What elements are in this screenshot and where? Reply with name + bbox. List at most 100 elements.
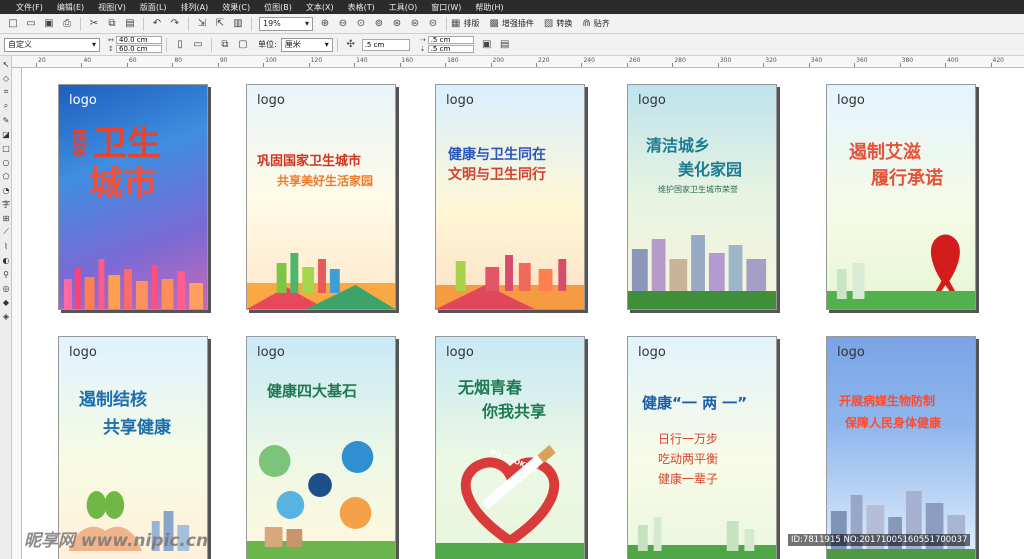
plugin-button[interactable]: ▩ 增强插件 [489,18,533,29]
menu-file[interactable]: 文件(F) [16,2,43,13]
convert-button[interactable]: ▧ 转换 [544,18,572,29]
menu-layout[interactable]: 版面(L) [140,2,167,13]
current-page-icon[interactable]: ▢ [236,38,250,52]
import-icon[interactable]: ⇲ [195,17,209,31]
copy-icon[interactable]: ⧉ [105,17,119,31]
print-icon[interactable]: ⎙ [60,17,74,31]
pick-tool-icon[interactable]: ↖ [0,58,12,70]
treat-as-filled-icon[interactable]: ▣ [480,38,494,52]
dup-y-input[interactable] [427,45,474,53]
outline-tool-icon[interactable]: ◎ [0,282,12,294]
ruler-tick [990,63,992,67]
zoom-out-icon[interactable]: ⊖ [336,17,350,31]
ruler-tick-label: 320 [765,57,777,64]
poster-four-cornerstones[interactable]: logo 健康四大基石 [246,336,396,559]
menu-help[interactable]: 帮助(H) [475,2,503,13]
menu-view[interactable]: 视图(V) [98,2,126,13]
unit-value: 厘米 [284,40,301,49]
all-pages-icon[interactable]: ⧉ [218,38,232,52]
page-preset-select[interactable]: 自定义 ▾ [4,37,100,52]
ellipse-tool-icon[interactable]: ○ [0,156,12,168]
zoom-tool-icon[interactable]: ⌕ [0,100,12,112]
menu-window[interactable]: 窗口(W) [431,2,461,13]
ruler-tick-label: 360 [856,57,868,64]
poster-title-line: 共享健康 [103,418,171,438]
menu-tools[interactable]: 工具(O) [389,2,418,13]
page-frame-icon[interactable]: ▤ [498,38,512,52]
blend-tool-icon[interactable]: ◐ [0,254,12,266]
poster-smoke-free-youth[interactable]: logo 无烟青春 你我共享 NO SMOKING [435,336,585,559]
page-height-input[interactable] [116,45,162,53]
landscape-icon[interactable]: ▭ [191,38,205,52]
table-tool-icon[interactable]: ⊞ [0,212,12,224]
red-ribbon-hands [827,234,975,309]
polygon-tool-icon[interactable]: ⬠ [0,170,12,182]
ruler-tick [308,63,310,67]
paste-icon[interactable]: ▤ [123,17,137,31]
menu-edit[interactable]: 编辑(E) [57,2,84,13]
ruler-tick [36,63,37,67]
smart-fill-icon[interactable]: ◪ [0,128,12,140]
city-skyline [247,253,395,309]
poster-health-and-hygiene[interactable]: logo 健康与卫生同在 文明与卫生同行 [435,84,585,310]
eyedropper-tool-icon[interactable]: ⚲ [0,268,12,280]
ruler-tick [945,63,947,67]
poster-curb-aids[interactable]: logo 遏制艾滋 履行承诺 [826,84,976,310]
publish-pdf-icon[interactable]: ▥ [231,17,245,31]
cut-icon[interactable]: ✂ [87,17,101,31]
zoom-select[interactable]: 19% ▾ [259,16,313,31]
ruler-tick [536,63,537,67]
menu-text[interactable]: 文本(X) [306,2,334,13]
ruler-tick-label: 180 [447,57,459,64]
height-icon: ↕ [108,45,114,53]
zoom-fit-icon[interactable]: ⊚ [372,17,386,31]
dimension-tool-icon[interactable]: ⟋ [0,226,12,238]
poster-title-line: 美化家园 [678,160,743,179]
redo-icon[interactable]: ↷ [168,17,182,31]
zoom-selected-icon[interactable]: ⊙ [354,17,368,31]
dup-x-input[interactable] [427,36,474,44]
fill-tool-icon[interactable]: ◆ [0,296,12,308]
poster-title-line: 健康四大基石 [267,382,358,400]
basic-shapes-icon[interactable]: ◔ [0,184,12,196]
nudge-input[interactable] [361,38,410,51]
menu-table[interactable]: 表格(T) [348,2,375,13]
freehand-tool-icon[interactable]: ✎ [0,114,12,126]
ruler-tick [717,63,719,67]
new-file-icon[interactable]: □ [6,17,20,31]
text-tool-icon[interactable]: 字 [0,198,12,210]
poster-consolidate-health-city[interactable]: logo 巩固国家卫生城市 共享美好生活家园 [246,84,396,310]
zoom-in-icon[interactable]: ⊕ [318,17,332,31]
poster-vector-control[interactable]: logo 开展病媒生物防制 保障人民身体健康 [826,336,976,559]
arrange-button[interactable]: ▦ 排版 [451,18,479,29]
rectangle-tool-icon[interactable]: □ [0,142,12,154]
open-file-icon[interactable]: ▭ [24,17,38,31]
poster-national-health-city[interactable]: logo 国家 卫生 城市 [58,84,208,310]
vertical-ruler[interactable] [12,68,22,559]
zoom-width-icon[interactable]: ⊜ [408,17,422,31]
export-icon[interactable]: ⇱ [213,17,227,31]
interactive-fill-icon[interactable]: ◈ [0,310,12,322]
menu-arrange[interactable]: 排列(A) [181,2,209,13]
portrait-icon[interactable]: ▯ [173,38,187,52]
poster-clean-city-village[interactable]: logo 清洁城乡 美化家园 维护国家卫生城市荣誉 [627,84,777,310]
snap-button[interactable]: ⋒ 贴齐 [582,18,609,29]
arrange-label: 排版 [463,19,480,28]
shape-tool-icon[interactable]: ◇ [0,72,12,84]
unit-select[interactable]: 厘米 ▾ [280,37,333,52]
horizontal-ruler[interactable]: 20 40 60 80 90 100 120 140 160 180 200 220 240 260 280… [12,56,1024,68]
zoom-height-icon[interactable]: ⊝ [426,17,440,31]
save-icon[interactable]: ▣ [42,17,56,31]
menu-effects[interactable]: 效果(C) [222,2,250,13]
zoom-page-icon[interactable]: ⊛ [390,17,404,31]
undo-icon[interactable]: ↶ [150,17,164,31]
ruler-tick [172,63,174,67]
ruler-tick-label: 380 [901,57,914,64]
poster-health-121[interactable]: logo 健康“一 两 一” 日行一万步 吃动两平衡 健康一辈子 [627,336,777,559]
connector-tool-icon[interactable]: ⌇ [0,240,12,252]
cornerstone-illustrations [247,441,395,559]
page-width-input[interactable] [116,36,162,44]
ruler-tick [263,63,265,67]
menu-bitmaps[interactable]: 位图(B) [264,2,292,13]
crop-tool-icon[interactable]: ⌗ [0,86,12,98]
